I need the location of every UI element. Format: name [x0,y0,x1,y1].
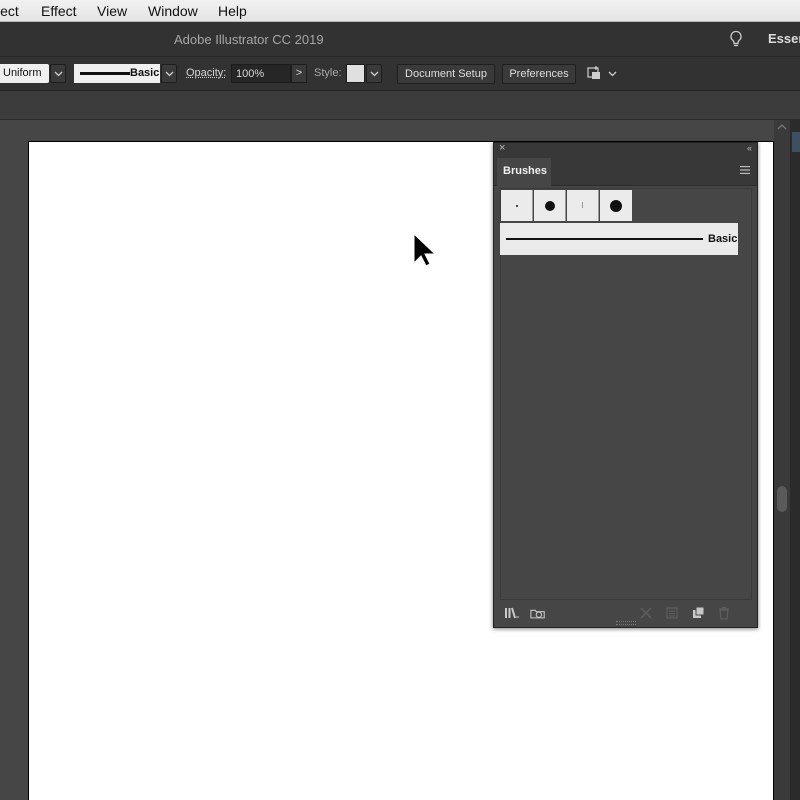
title-bar: Adobe Illustrator CC 2019 Esser [0,22,800,57]
dock-panel-edge[interactable] [792,132,800,152]
brush-tip-dot [516,205,518,207]
scrollbar-thumb[interactable] [777,486,787,512]
brush-stroke-preview [80,72,130,75]
brush-definition-dropdown[interactable] [161,64,177,83]
right-panel-dock [790,120,800,800]
brush-stroke-preview [506,238,703,240]
lightbulb-icon[interactable] [728,30,744,48]
panel-resize-grip[interactable] [616,621,636,625]
app-title: Adobe Illustrator CC 2019 [174,32,324,47]
brush-definition[interactable]: Basic [74,64,160,83]
graphic-style-dropdown[interactable] [366,64,382,83]
arrange-documents-icon[interactable] [586,65,618,83]
opacity-slider-button[interactable]: > [291,64,307,83]
brush-list-item[interactable]: Basic [500,223,738,255]
chevron-down-icon [54,71,63,77]
control-bar: Uniform Basic Opacity: 100% > Style: Doc… [0,57,800,91]
menu-bar: lect Effect View Window Help [0,0,800,22]
tab-brushes[interactable]: Brushes [497,158,551,187]
brush-swatch-calligraphic-1[interactable] [501,190,533,221]
remove-stroke-icon[interactable] [638,606,654,620]
brush-tip-dot [545,201,555,211]
new-brush-icon[interactable] [690,606,706,620]
document-setup-button[interactable]: Document Setup [397,64,495,84]
chevron-down-icon [165,71,174,77]
brush-libraries-icon[interactable] [504,606,520,620]
brush-swatch-calligraphic-4[interactable] [600,190,632,221]
menu-view[interactable]: View [97,3,127,19]
variable-width-dropdown[interactable] [50,64,66,83]
panel-menu-icon[interactable] [740,166,750,174]
opacity-label[interactable]: Opacity: [186,67,226,79]
brush-swatch-calligraphic-3[interactable] [567,190,599,221]
graphic-style-swatch[interactable] [346,64,365,83]
collapse-icon[interactable]: ‹‹ [747,143,752,153]
brushes-panel: × ‹‹ Brushes Basic [493,142,758,628]
style-label: Style: [314,67,342,79]
brush-name: Basic [708,233,738,245]
mouse-pointer-icon [413,233,437,267]
panel-tab-bar: Brushes [494,156,757,187]
preferences-button[interactable]: Preferences [502,64,576,84]
close-icon[interactable]: × [499,142,505,154]
menu-help[interactable]: Help [218,3,247,19]
chevron-down-icon [370,71,379,77]
brush-swatch-calligraphic-2[interactable] [534,190,566,221]
document-tab-strip [0,91,800,120]
vertical-scrollbar[interactable] [774,120,790,800]
workspace-switcher[interactable]: Esser [768,31,800,46]
menu-effect[interactable]: Effect [41,3,77,19]
brush-tip-line [582,202,583,208]
options-icon[interactable] [664,606,680,620]
menu-select[interactable]: lect [0,3,19,19]
opacity-input[interactable]: 100% [231,64,291,83]
app-window: lect Effect View Window Help Adobe Illus… [0,0,800,800]
brush-tip-dot [610,200,622,212]
menu-window[interactable]: Window [148,3,198,19]
brush-definition-label: Basic [130,67,160,79]
libraries-panel-icon[interactable] [530,606,546,620]
panel-header[interactable]: × ‹‹ [494,142,757,156]
scroll-up-icon[interactable] [777,123,787,130]
variable-width-profile[interactable]: Uniform [0,64,49,83]
delete-brush-icon[interactable] [716,606,732,620]
